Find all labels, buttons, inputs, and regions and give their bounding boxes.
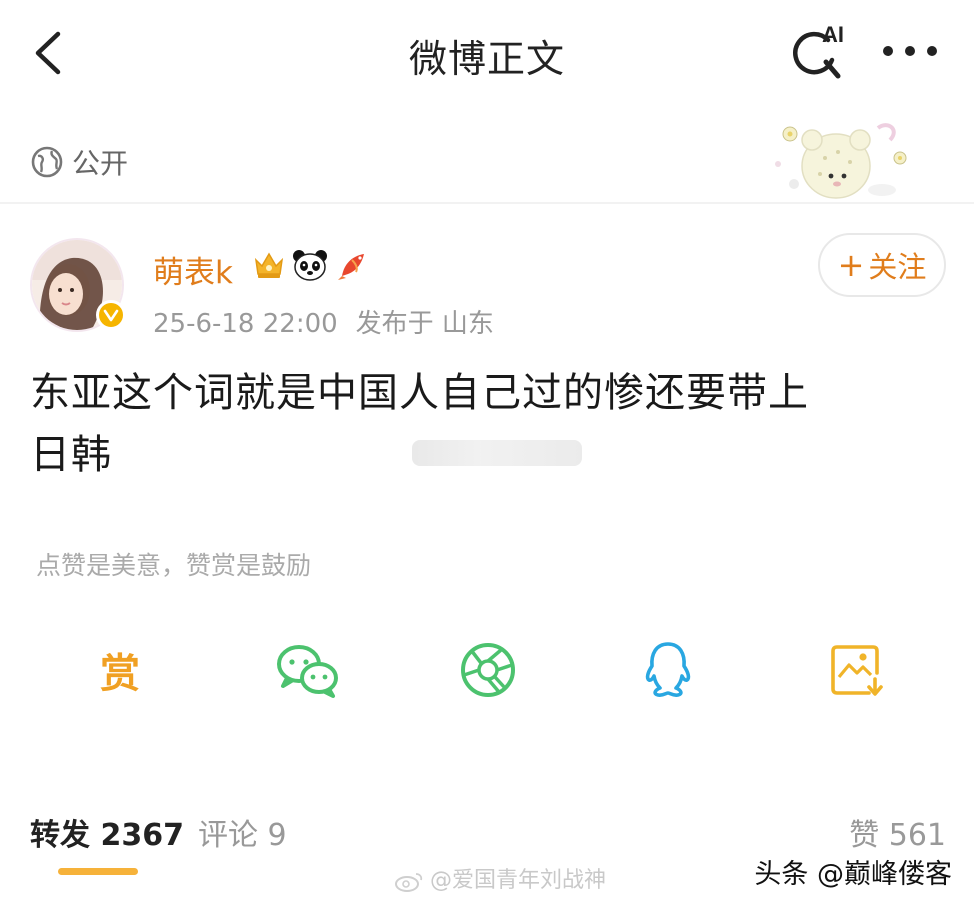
tip-hint: 点赞是美意，赞赏是鼓励 <box>36 551 312 580</box>
tab-repost[interactable]: 转发 2367 <box>30 810 184 854</box>
tab-like[interactable]: 赞 561 <box>849 810 946 854</box>
visibility-row: 公开 <box>30 142 128 182</box>
more-dots-icon[interactable] <box>880 42 940 60</box>
plus-icon: + <box>837 246 865 284</box>
watermark-center-text: @爱国青年刘战神 <box>430 868 607 893</box>
post-content: 东亚这个词就是中国人自己过的惨还要带上 日韩 <box>30 362 945 486</box>
crown-icon <box>254 252 284 278</box>
author-avatar[interactable] <box>30 238 128 336</box>
watermark-right: 头条 @巅峰偻客 <box>754 859 952 890</box>
author-name[interactable]: 萌表k <box>153 247 233 292</box>
verified-badge-icon <box>96 300 126 330</box>
section-divider <box>0 202 974 204</box>
top-nav-bar: 微博正文 AI <box>0 0 974 105</box>
watermark-center: @爱国青年刘战神 <box>394 862 606 894</box>
post-text-line: 东亚这个词就是中国人自己过的惨还要带上 <box>30 370 809 416</box>
blurred-watermark <box>412 440 582 466</box>
follow-button[interactable]: + 关注 <box>818 233 946 297</box>
follow-label: 关注 <box>868 250 927 284</box>
ai-label: AI <box>822 22 844 47</box>
reward-label: 赏 <box>100 651 140 697</box>
panda-icon <box>293 250 327 281</box>
qq-icon <box>645 642 691 697</box>
post-date: 25-6-18 22:00 <box>153 309 338 339</box>
reward-button[interactable]: 赏 <box>80 630 160 710</box>
visibility-label: 公开 <box>72 147 129 180</box>
globe-icon <box>31 146 63 178</box>
moments-icon <box>461 643 515 697</box>
save-image-button[interactable] <box>816 630 896 710</box>
active-tab-indicator <box>58 868 138 875</box>
tab-comment[interactable]: 评论 9 <box>198 810 287 854</box>
share-moments-button[interactable] <box>448 630 528 710</box>
fish-icon <box>338 254 364 280</box>
save-image-icon <box>831 645 883 696</box>
share-wechat-button[interactable] <box>268 630 348 710</box>
bear-sticker-icon <box>775 123 907 199</box>
post-location: 发布于 山东 <box>355 309 494 339</box>
share-qq-button[interactable] <box>628 630 708 710</box>
wechat-icon <box>277 645 338 698</box>
weibo-logo-icon <box>395 873 423 892</box>
post-meta: 25-6-18 22:00 发布于 山东 <box>153 303 494 340</box>
